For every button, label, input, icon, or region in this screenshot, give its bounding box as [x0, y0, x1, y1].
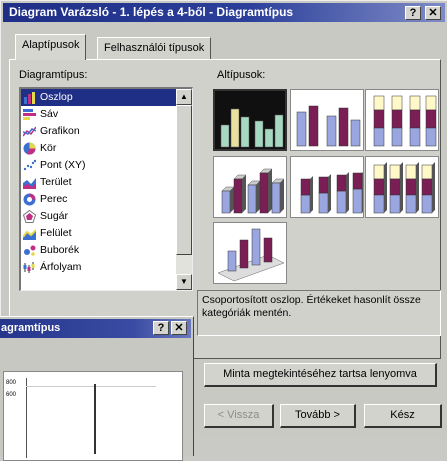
radar-chart-icon: [22, 209, 37, 223]
subtype-description: Csoportosított oszlop. Értékeket hasonlí…: [197, 290, 441, 336]
axis-tick-label: 600: [6, 392, 17, 398]
subtype-thumbnail[interactable]: [365, 89, 439, 151]
close-button[interactable]: ✕: [425, 6, 441, 20]
subtype-label: Altípusok:: [217, 69, 266, 81]
background-dialog-title: agramtípus: [1, 322, 61, 334]
chart-type-item-label: Oszlop: [40, 91, 73, 103]
chart-type-item-label: Sáv: [40, 108, 59, 120]
list-scrollbar[interactable]: ▲ ▼: [176, 89, 192, 290]
tab-label: Alaptípusok: [22, 39, 80, 51]
tab-custom-types[interactable]: Felhasználói típusok: [97, 37, 212, 59]
title-bar: Diagram Varázsló - 1. lépés a 4-ből - Di…: [3, 3, 445, 22]
chart-type-item-label: Pont (XY): [40, 159, 86, 171]
scatter-chart-icon: [23, 159, 37, 172]
chart-type-label: Diagramtípus:: [19, 69, 88, 81]
background-help-button[interactable]: ?: [153, 321, 169, 335]
chart-type-item-label: Terület: [40, 176, 72, 188]
chart-type-item[interactable]: Árfolyam: [21, 259, 177, 276]
chart-type-item[interactable]: Oszlop: [21, 89, 177, 106]
chart-bar: [94, 384, 96, 454]
scroll-down-button[interactable]: ▼: [176, 274, 192, 290]
subtype-thumbnail[interactable]: [213, 222, 287, 284]
subtype-thumbnail[interactable]: [365, 156, 439, 218]
background-close-button[interactable]: ✕: [171, 321, 187, 335]
chart-type-item-label: Sugár: [40, 210, 69, 222]
chart-type-item[interactable]: Perec: [21, 191, 177, 208]
scroll-thumb[interactable]: [176, 105, 192, 255]
axis-tick-label: 800: [6, 380, 17, 386]
tab-label: Felhasználói típusok: [104, 42, 205, 54]
bubble-chart-icon: [23, 244, 36, 257]
subtype-thumbnail[interactable]: [213, 156, 287, 218]
chart-type-item[interactable]: Grafikon: [21, 123, 177, 140]
background-dialog-title-bar: agramtípus ? ✕: [0, 319, 191, 338]
chart-type-item[interactable]: Pont (XY): [21, 157, 177, 174]
chart-type-item-label: Árfolyam: [40, 261, 82, 273]
chart-type-item[interactable]: Felület: [21, 225, 177, 242]
back-button[interactable]: < Vissza: [204, 404, 274, 428]
chart-type-item[interactable]: Sugár: [21, 208, 177, 225]
subtype-thumbnail[interactable]: [213, 89, 287, 151]
preview-button[interactable]: Minta megtekintéséhez tartsa lenyomva: [204, 363, 437, 387]
preview-button-label: Minta megtekintéséhez tartsa lenyomva: [223, 368, 417, 380]
subtype-thumbnail[interactable]: [290, 156, 365, 218]
window-title: Diagram Varázsló - 1. lépés a 4-ből - Di…: [9, 5, 294, 19]
chart-type-item-label: Grafikon: [40, 125, 80, 137]
axis-line: [26, 378, 27, 458]
chart-type-item-label: Buborék: [40, 244, 80, 256]
subtype-thumbnail[interactable]: [290, 89, 364, 151]
chart-type-list[interactable]: Oszlop Sáv Grafikon Kör Pont (XY) Terület Pere…: [19, 87, 193, 291]
scroll-up-button[interactable]: ▲: [176, 89, 192, 105]
chart-type-item[interactable]: Terület: [21, 174, 177, 191]
chart-type-item-label: Kör: [40, 142, 57, 154]
axis-line: [26, 386, 156, 387]
tab-standard-types[interactable]: Alaptípusok: [15, 34, 87, 60]
surface-chart-icon: [22, 227, 37, 240]
pie-chart-icon: [23, 142, 36, 155]
finish-button[interactable]: Kész: [364, 404, 442, 428]
line-chart-icon: [22, 125, 37, 138]
chart-type-item[interactable]: Sáv: [21, 106, 177, 123]
chart-type-item-label: Perec: [40, 193, 68, 205]
column-chart-icon: [23, 91, 36, 104]
stock-chart-icon: [23, 261, 36, 274]
chart-type-item[interactable]: Buborék: [21, 242, 177, 259]
help-button[interactable]: ?: [405, 6, 421, 20]
background-dialog: agramtípus ? ✕ 800 600: [0, 316, 194, 461]
chart-type-item-label: Felület: [40, 227, 72, 239]
area-chart-icon: [23, 176, 36, 189]
background-chart-area: 800 600: [3, 371, 183, 461]
bar-chart-icon: [23, 108, 36, 121]
next-button[interactable]: Tovább >: [280, 404, 356, 428]
doughnut-chart-icon: [23, 193, 36, 206]
chart-type-item[interactable]: Kör: [21, 140, 177, 157]
